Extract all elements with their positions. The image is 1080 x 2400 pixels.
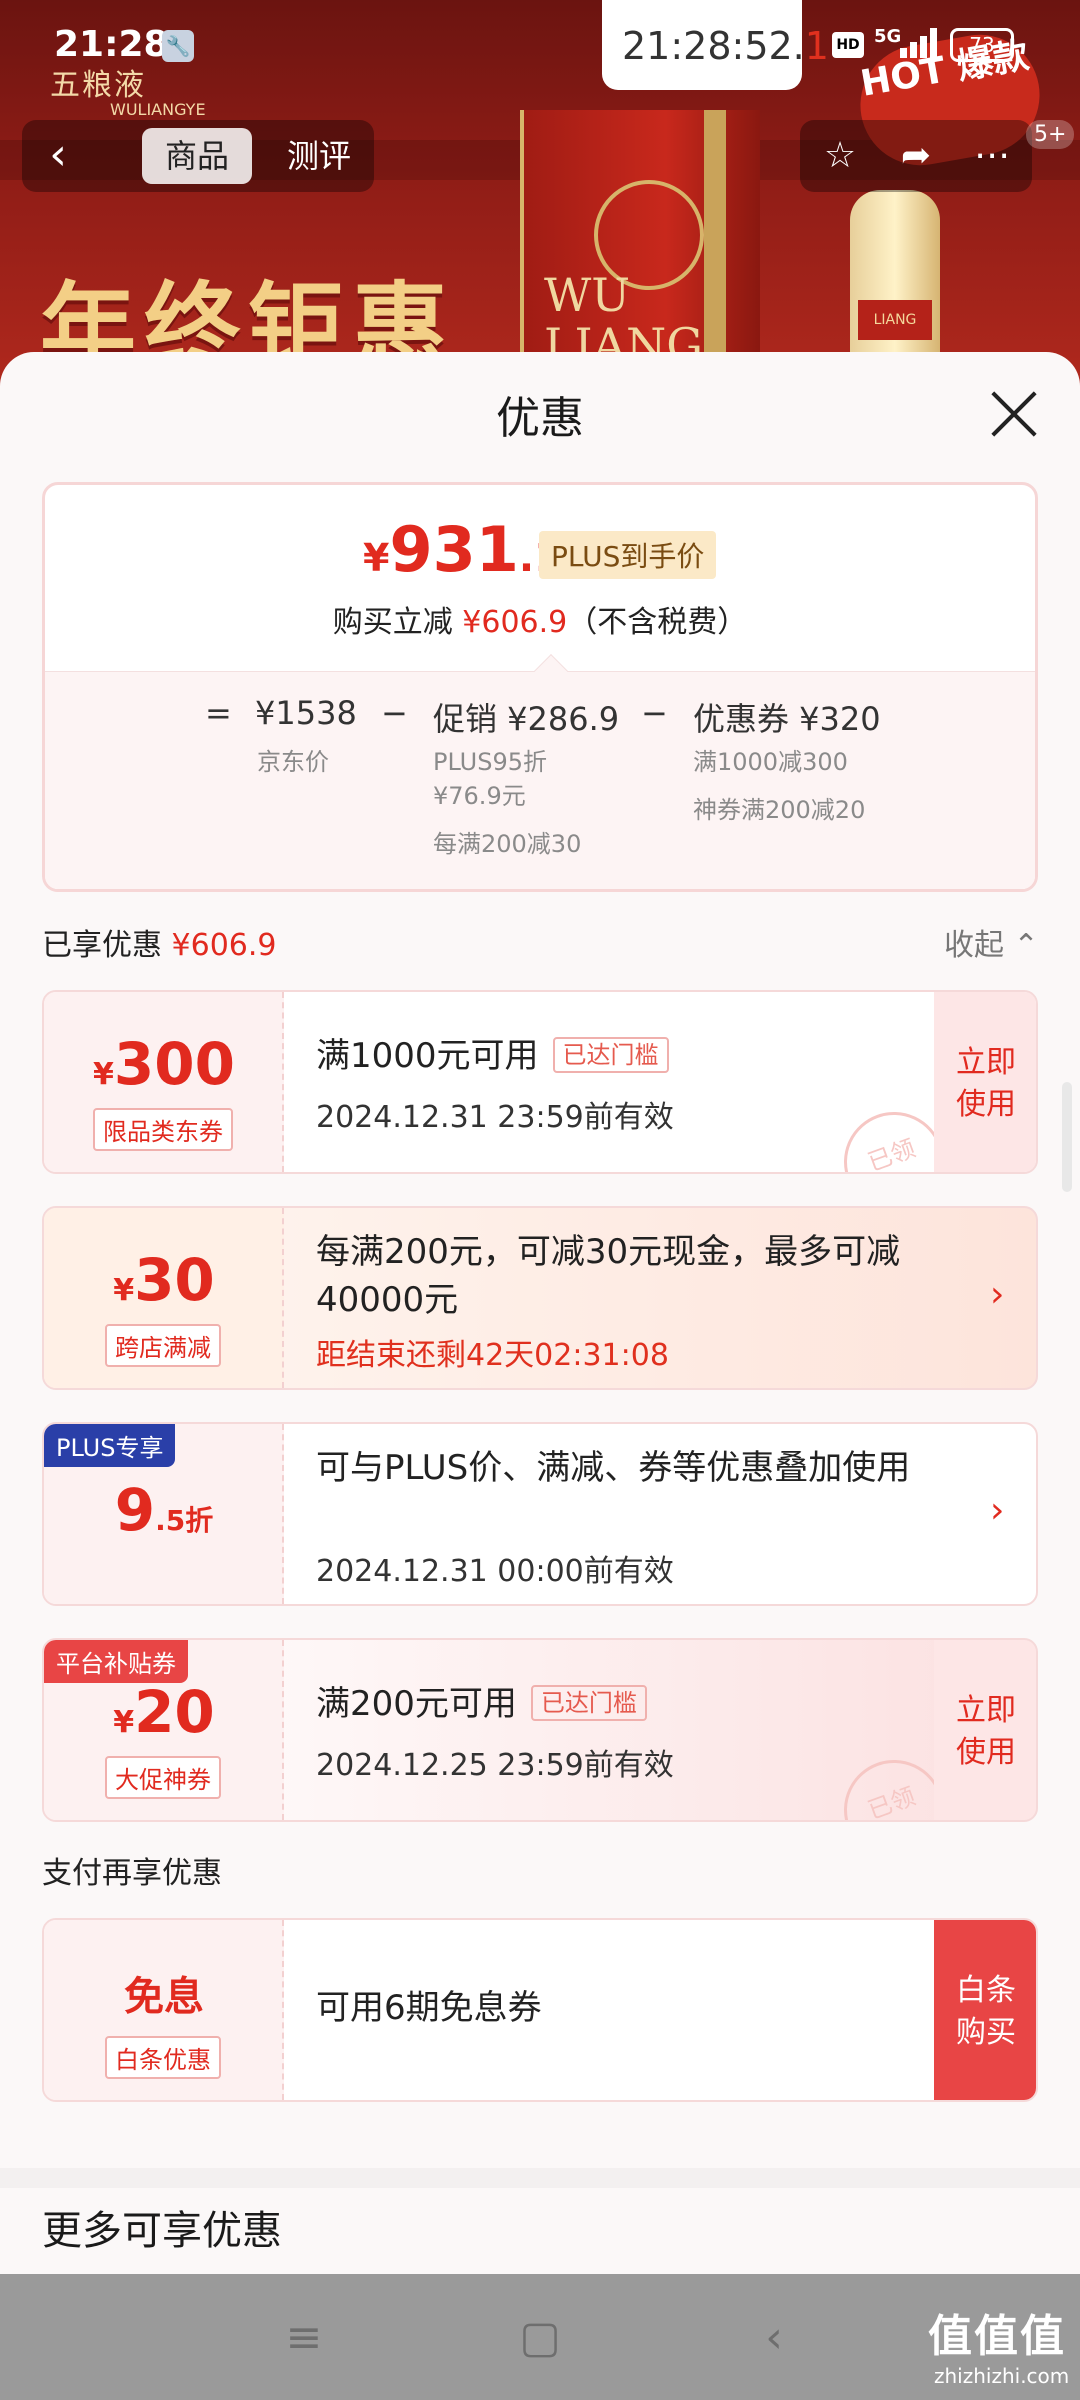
more-icon[interactable]: ⋯ (968, 132, 1016, 180)
price-breakdown: = ¥1538 京东价 − 促销 ¥286.9 PLUS95折 ¥76.9元 每… (45, 671, 1035, 889)
clock-chip: 21:28:52.1 (602, 0, 829, 90)
coupon-amount: 9.5折 (114, 1476, 214, 1544)
enjoyed-discount-label: 已享优惠 ¥606.9 (42, 928, 277, 963)
coupon-total: 优惠券 ¥320 (693, 700, 881, 738)
use-now-button[interactable]: 立即 使用 (934, 1640, 1036, 1820)
coupon-item: 满1000减300 (693, 748, 848, 776)
coupon-item: 神券满200减20 (693, 796, 866, 824)
coupon-type-tag: 大促神券 (105, 1756, 221, 1799)
platform-subsidy-tag: 平台补贴券 (44, 1640, 188, 1683)
battery-icon: 73 (950, 28, 1014, 62)
save-line: 购买立减 ¥606.9（不含税费） (332, 605, 748, 640)
coupon-card-platform[interactable]: ¥20 大促神券 平台补贴券 满200元可用 已达门槛 2024.12.25 23… (42, 1638, 1038, 1822)
clock-chip-last-digit: 1 (804, 24, 829, 68)
tab-group: 商品 测评 (94, 120, 374, 192)
promo-item: 每满200减30 (433, 830, 582, 858)
coupon-condition: 满200元可用 已达门槛 (316, 1680, 996, 1728)
coupon-card-plus[interactable]: 9.5折 PLUS专享 可与PLUS价、满减、券等优惠叠加使用 2024.12.… (42, 1422, 1038, 1606)
coupon-type-tag: 限品类东券 (93, 1108, 233, 1151)
price-summary-card: ¥931.1 PLUS到手价 购买立减 ¥606.9（不含税费） = ¥1538… (42, 482, 1038, 892)
coupon-amount-area: ¥30 跨店满减 (44, 1208, 284, 1388)
final-price: ¥931.1 (363, 513, 562, 586)
coupon-validity: 2024.12.31 23:59前有效 (316, 1100, 674, 1135)
plus-exclusive-tag: PLUS专享 (44, 1424, 176, 1467)
brand-subtitle: WULIANGYE (110, 100, 206, 119)
jd-price-label: 京东价 (257, 748, 329, 776)
back-nav-icon[interactable]: ‹ (744, 2308, 804, 2368)
baitiao-buy-button[interactable]: 白条 购买 (934, 1920, 1036, 2100)
promo-item: PLUS95折 (433, 748, 547, 776)
section-divider (0, 2168, 1080, 2188)
network-type: 5G (874, 26, 902, 47)
menu-icon[interactable]: ≡ (274, 2308, 334, 2368)
price-top: ¥931.1 PLUS到手价 购买立减 ¥606.9（不含税费） (45, 485, 1035, 671)
tab-product[interactable]: 商品 (142, 128, 252, 184)
message-count-badge: 5+ (1026, 120, 1075, 149)
coupon-type-tag: 白条优惠 (105, 2036, 221, 2079)
promo-item: ¥76.9元 (433, 782, 526, 810)
interest-free-desc: 可用6期免息券 (316, 1988, 542, 2028)
coupon-condition: 每满200元，可减30元现金，最多可减40000元 (316, 1232, 901, 1320)
countdown-text: 距结束还剩42天02:31:08 (316, 1338, 669, 1373)
star-icon[interactable]: ☆ (816, 132, 864, 180)
chevron-right-icon[interactable]: › (990, 1490, 1004, 1531)
coupon-card-cross-store[interactable]: ¥30 跨店满减 每满200元，可减30元现金，最多可减40000元 距结束还剩… (42, 1206, 1038, 1390)
close-icon[interactable] (988, 388, 1040, 440)
status-time: 21:28 (54, 24, 169, 65)
watermark-url: zhizhizhi.com (934, 2364, 1070, 2388)
jd-price: ¥1538 (255, 694, 357, 732)
signal-icon (900, 28, 940, 58)
save-amount: ¥606.9 (462, 605, 568, 640)
wrench-icon: 🔧 (162, 30, 194, 62)
baitiao-interest-free-card[interactable]: 免息 白条优惠 可用6期免息券 白条 购买 (42, 1918, 1038, 2102)
coupon-amount: ¥30 (113, 1246, 215, 1314)
coupon-amount-area: ¥300 限品类东券 (44, 992, 284, 1172)
minus-sign: − (381, 694, 408, 732)
discount-sheet: 优惠 ¥931.1 PLUS到手价 购买立减 ¥606.9（不含税费） = ¥1… (0, 352, 1080, 2274)
pay-section-label: 支付再享优惠 (42, 1856, 222, 1891)
threshold-reached-tag: 已达门槛 (530, 1685, 647, 1721)
status-bar: 21:28 🔧 21:28:52.1 HD 5G 73 (0, 0, 1080, 90)
home-icon[interactable]: ▢ (510, 2308, 570, 2368)
coupon-card-jd[interactable]: ¥300 限品类东券 满1000元可用 已达门槛 2024.12.31 23:59… (42, 990, 1038, 1174)
product-top-nav: ‹ 商品 测评 ☆ ➦ ⋯ 5+ (0, 118, 1080, 194)
coupon-amount-area: 免息 白条优惠 (44, 1920, 284, 2100)
chevron-right-icon[interactable]: › (990, 1274, 1004, 1315)
minus-sign: − (641, 694, 668, 732)
coupon-validity: 2024.12.31 00:00前有效 (316, 1554, 674, 1589)
threshold-reached-tag: 已达门槛 (552, 1037, 669, 1073)
coupon-validity: 2024.12.25 23:59前有效 (316, 1748, 674, 1783)
scrollbar[interactable] (1062, 1082, 1072, 1192)
use-now-button[interactable]: 立即 使用 (934, 992, 1036, 1172)
clock-chip-text: 21:28:52.1 (622, 24, 829, 68)
system-nav-bar: ≡ ▢ ‹ (0, 2274, 1080, 2400)
watermark-logo: 值值值 (928, 2311, 1066, 2362)
sheet-title: 优惠 (496, 393, 584, 444)
hd-icon: HD (832, 32, 864, 58)
coupon-condition: 满1000元可用 已达门槛 (316, 1032, 996, 1080)
coupon-amount: ¥20 (113, 1678, 215, 1746)
coupon-condition: 可与PLUS价、满减、券等优惠叠加使用 (316, 1448, 911, 1488)
interest-free-title: 免息 (124, 1974, 204, 2020)
plus-price-tag: PLUS到手价 (539, 531, 717, 579)
back-button[interactable]: ‹ (22, 120, 94, 192)
promo-total: 促销 ¥286.9 (433, 700, 620, 738)
collapse-button[interactable]: 收起 ⌃ (944, 920, 1039, 964)
share-icon[interactable]: ➦ (892, 132, 940, 180)
action-group: ☆ ➦ ⋯ (800, 120, 1032, 192)
tab-review[interactable]: 测评 (264, 128, 374, 184)
coupon-amount: ¥300 (93, 1030, 235, 1098)
bottle-label: LIANG (858, 300, 932, 340)
more-discounts-title: 更多可享优惠 (42, 2208, 282, 2254)
equals-sign: = (205, 694, 232, 732)
enjoyed-amount: ¥606.9 (171, 928, 277, 963)
coupon-type-tag: 跨店满减 (105, 1324, 221, 1367)
